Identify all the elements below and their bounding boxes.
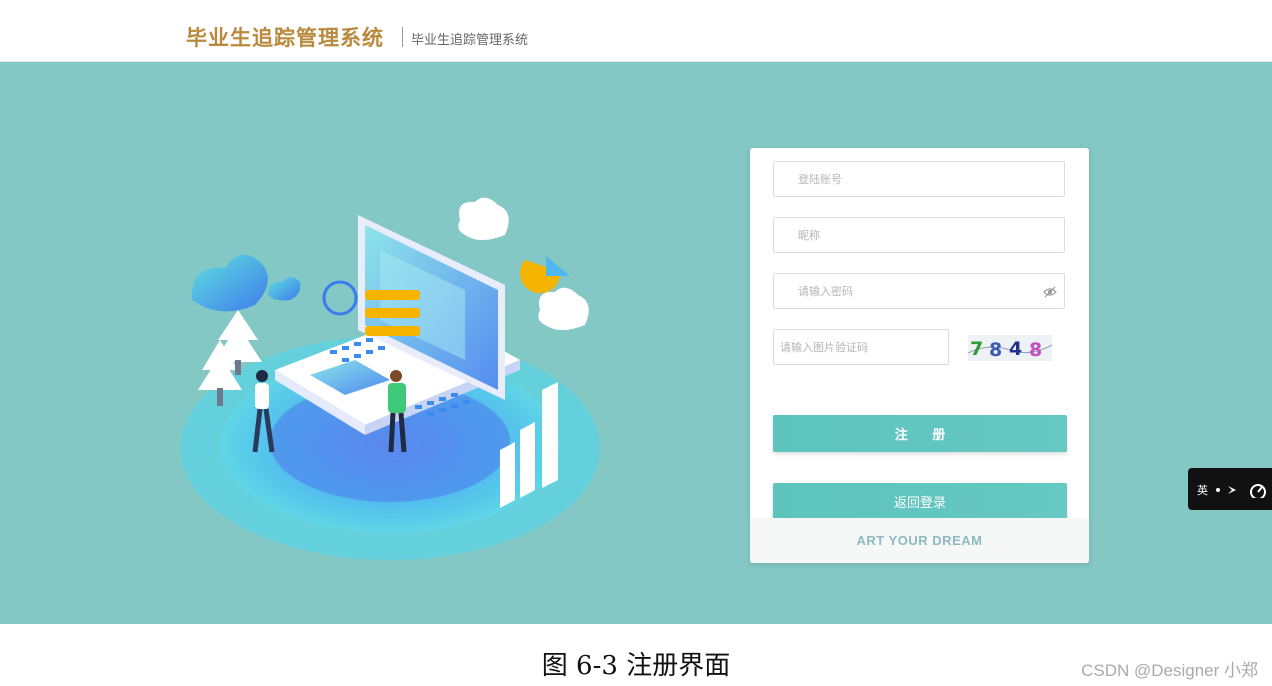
brand-divider bbox=[402, 27, 403, 47]
toolbar-icons[interactable] bbox=[1214, 482, 1268, 498]
brand-title: 毕业生追踪管理系统 bbox=[186, 26, 384, 50]
brand-subtitle: 毕业生追踪管理系统 bbox=[411, 33, 529, 48]
register-button[interactable]: 注 册 bbox=[773, 415, 1067, 452]
back-to-login-button[interactable]: 返回登录 bbox=[773, 483, 1067, 520]
language-toggle[interactable]: 英 bbox=[1197, 482, 1208, 498]
watermark: CSDN @Designer 小郑 bbox=[1081, 661, 1258, 680]
captcha-image[interactable]: 7 8 4 8 bbox=[968, 335, 1052, 361]
eye-off-icon[interactable] bbox=[1043, 285, 1057, 299]
captcha-digit: 7 bbox=[970, 338, 983, 360]
register-card: 7 8 4 8 注 册 返回登录 ART YOUR DREAM bbox=[750, 148, 1089, 563]
captcha-digit: 8 bbox=[1029, 339, 1042, 361]
password-field[interactable] bbox=[773, 273, 1065, 309]
captcha-digit: 8 bbox=[989, 339, 1002, 361]
account-input[interactable] bbox=[774, 162, 1064, 196]
laptop-illustration bbox=[180, 197, 600, 560]
captcha-field[interactable] bbox=[773, 329, 949, 365]
captcha-digit: 4 bbox=[1009, 338, 1022, 360]
nickname-input[interactable] bbox=[774, 218, 1064, 252]
nickname-field[interactable] bbox=[773, 217, 1065, 253]
password-input[interactable] bbox=[774, 274, 1064, 308]
captcha-input[interactable] bbox=[774, 330, 948, 364]
footer-slogan: ART YOUR DREAM bbox=[750, 518, 1089, 563]
top-header: 毕业生追踪管理系统 毕业生追踪管理系统 bbox=[0, 0, 1272, 62]
account-field[interactable] bbox=[773, 161, 1065, 197]
ime-toolbar[interactable]: 英 bbox=[1188, 468, 1272, 510]
